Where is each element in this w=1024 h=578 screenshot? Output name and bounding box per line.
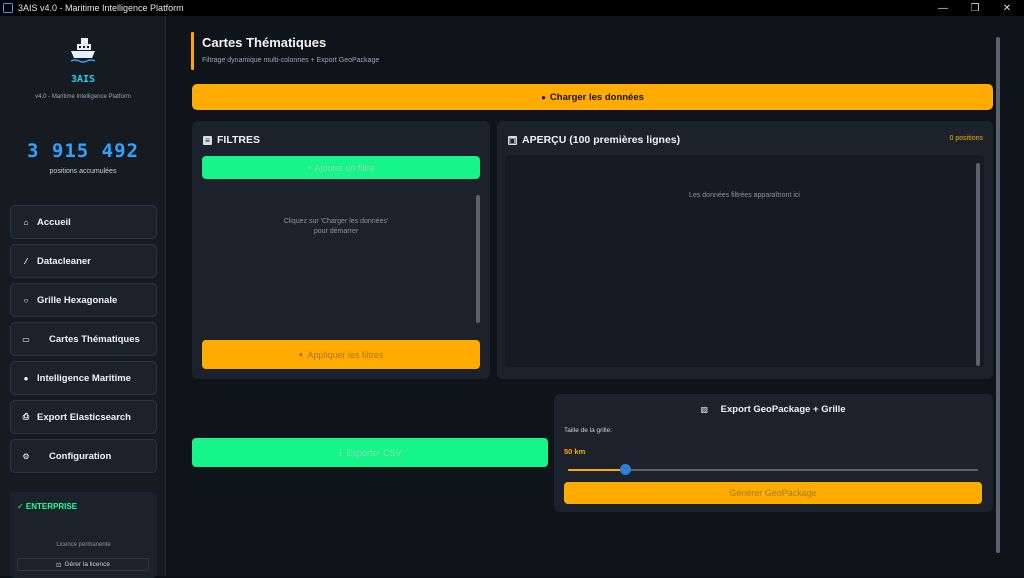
grid-size-label: Taille de la grille:: [564, 427, 613, 434]
window-title: 3AIS v4.0 - Maritime Intelligence Platfo…: [18, 3, 184, 13]
hexagon-icon: ○: [23, 295, 29, 305]
preview-title: ▣ APERÇU (100 premières lignes): [508, 134, 680, 146]
minimize-button[interactable]: —: [926, 0, 960, 16]
sidebar-item-label: Cartes Thématiques: [49, 333, 140, 345]
brand-subtitle: v4.0 - Maritime Intelligence Platform: [35, 94, 131, 100]
export-csv-label: Exporter CSV: [346, 447, 402, 458]
grid-size-value: 50 km: [564, 447, 586, 456]
search-icon: ●: [298, 350, 304, 359]
sidebar-item-configuration[interactable]: ⚙ Configuration: [10, 439, 157, 473]
brush-icon: ⁄: [25, 256, 27, 266]
manage-license-label: Gérer la licence: [64, 561, 110, 568]
load-data-button[interactable]: ● Charger les données: [192, 84, 993, 110]
sidebar-item-label: Export Elasticsearch: [37, 411, 131, 423]
window-titlebar: 3AIS v4.0 - Maritime Intelligence Platfo…: [0, 0, 1024, 16]
sidebar-item-label: Grille Hexagonale: [37, 294, 118, 306]
preview-panel: ▣ APERÇU (100 premières lignes) 0 positi…: [497, 121, 993, 379]
header-accent-bar: [191, 32, 194, 70]
preview-title-label: APERÇU (100 premières lignes): [522, 134, 681, 146]
sidebar: 3AIS v4.0 - Maritime Intelligence Platfo…: [0, 16, 166, 578]
ship-icon: [70, 38, 96, 63]
preview-hint: Les données filtrées apparaîtront ici: [689, 192, 800, 199]
home-icon: ⌂: [23, 217, 29, 227]
license-type: Licence permanente: [56, 542, 111, 548]
main-scrollbar[interactable]: [996, 37, 1000, 553]
upload-icon: ⎙: [22, 412, 30, 421]
sidebar-item-label: Datacleaner: [37, 255, 91, 267]
page-subtitle: Filtrage dynamique multi-colonnes + Expo…: [202, 57, 380, 64]
app-icon: [3, 3, 13, 13]
sidebar-item-label: Intelligence Maritime: [37, 372, 131, 384]
search-icon: ●: [23, 373, 29, 383]
preview-table-area: Les données filtrées apparaîtront ici: [505, 155, 984, 367]
filters-hint-line1: Cliquez sur 'Charger les données': [283, 218, 389, 225]
search-icon: ●: [541, 92, 546, 102]
download-icon: ⤓: [338, 447, 343, 457]
sidebar-item-cartes-thematiques[interactable]: ▭ Cartes Thématiques: [10, 322, 157, 356]
filters-scrollbar[interactable]: [476, 195, 480, 323]
add-filter-button[interactable]: + Ajouter un filtre: [202, 156, 480, 179]
generate-geopackage-button[interactable]: Générer GeoPackage: [564, 482, 982, 504]
slider-thumb[interactable]: [620, 464, 632, 475]
license-badge: ✓ ENTERPRISE: [17, 502, 78, 511]
manage-license-button[interactable]: ⊡ Gérer la licence: [17, 558, 149, 571]
sidebar-item-label: Configuration: [49, 450, 112, 462]
filters-title: ≡ FILTRES: [203, 134, 260, 146]
apply-filters-button[interactable]: ● Appliquer les filtres: [202, 340, 480, 369]
maximize-button[interactable]: ❐: [958, 0, 992, 16]
map-icon: ▭: [22, 334, 30, 344]
slider-fill: [568, 469, 626, 471]
geopackage-title: ▨ Export GeoPackage + Grille: [554, 404, 992, 415]
brand-name: 3AIS: [70, 74, 96, 85]
positions-label: positions accumulées: [49, 168, 117, 175]
export-csv-button[interactable]: ⤓ Exporter CSV: [192, 438, 548, 467]
positions-count-badge: 0 positions: [949, 135, 983, 142]
load-data-label: Charger les données: [549, 91, 644, 103]
filters-title-label: FILTRES: [217, 134, 260, 146]
apply-filters-label: Appliquer les filtres: [307, 349, 384, 360]
page-title: Cartes Thématiques: [202, 35, 327, 50]
sidebar-item-accueil[interactable]: ⌂ Accueil: [10, 205, 157, 239]
preview-scrollbar[interactable]: [976, 163, 980, 366]
box-icon: ▣: [508, 135, 517, 145]
grid-size-slider[interactable]: [568, 464, 978, 475]
filters-hint-line2: pour démarrer: [313, 228, 359, 235]
sidebar-item-export-elasticsearch[interactable]: ⎙ Export Elasticsearch: [10, 400, 157, 434]
filters-hint: Cliquez sur 'Charger les données' pour d…: [192, 217, 480, 237]
image-icon: ▨: [700, 405, 709, 414]
main-content: Cartes Thématiques Filtrage dynamique mu…: [167, 16, 1024, 576]
close-button[interactable]: ✕: [990, 0, 1024, 16]
gear-icon: ⚙: [22, 451, 30, 461]
license-card: ✓ ENTERPRISE Licence permanente ⊡ Gérer …: [10, 492, 157, 578]
geopackage-panel: ▨ Export GeoPackage + Grille Taille de l…: [554, 394, 993, 512]
sidebar-item-datacleaner[interactable]: ⁄ Datacleaner: [10, 244, 157, 278]
positions-counter: 3 915 492: [27, 140, 139, 162]
filters-panel: ≡ FILTRES + Ajouter un filtre Cliquez su…: [192, 121, 490, 379]
geopackage-title-label: Export GeoPackage + Grille: [720, 404, 846, 415]
sidebar-item-intelligence-maritime[interactable]: ● Intelligence Maritime: [10, 361, 157, 395]
lock-icon: ⊡: [56, 561, 62, 569]
filter-icon: ≡: [203, 135, 212, 145]
sidebar-item-label: Accueil: [37, 216, 71, 228]
sidebar-item-grille-hexagonale[interactable]: ○ Grille Hexagonale: [10, 283, 157, 317]
